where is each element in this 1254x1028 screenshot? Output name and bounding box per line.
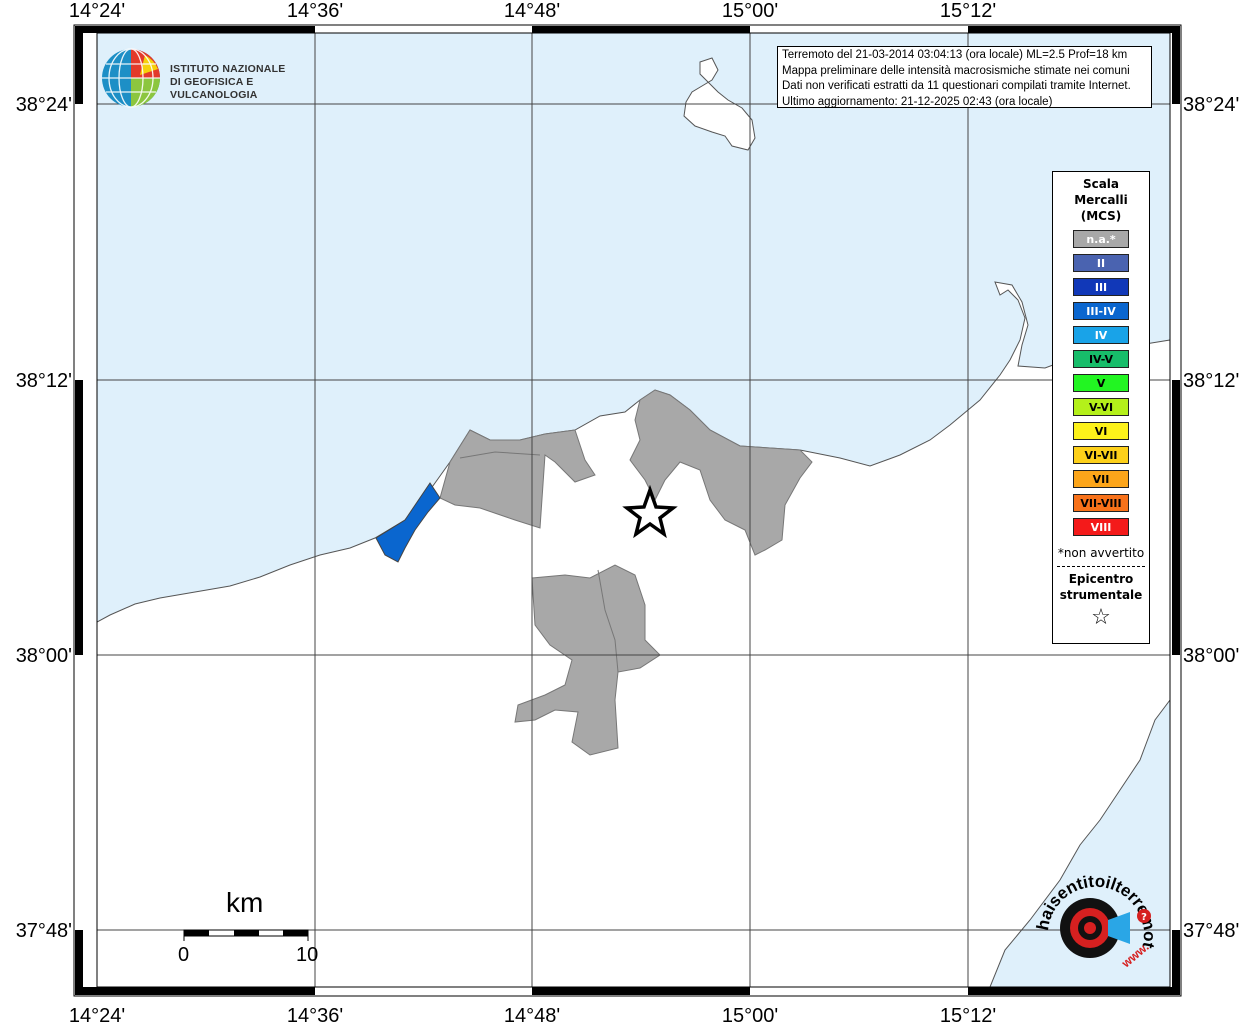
legend-title-line-3: (MCS) [1080, 209, 1122, 223]
latitude-label-right: 38°24' [1183, 94, 1239, 116]
frame-segment [968, 26, 1170, 33]
svg-text:?: ? [1141, 912, 1147, 923]
longitude-label-top: 15°12' [940, 0, 996, 22]
latitude-label-left: 38°00' [16, 645, 72, 667]
frame-segment [1172, 33, 1180, 104]
legend-epicenter-line-1: Epicentro [1068, 572, 1134, 586]
legend-not-felt-note: *non avvertito [1057, 546, 1145, 560]
legend-separator [1057, 566, 1145, 567]
info-line-1: Terremoto del 21-03-2014 03:04:13 (ora l… [782, 49, 1128, 61]
longitude-label-top: 14°24' [69, 0, 125, 22]
logo-line-2: DI GEOFISICA E VULCANOLOGIA [170, 76, 258, 101]
intensity-legend: Scala Mercalli (MCS) n.a.* II III III-IV IV I… [1052, 171, 1150, 644]
legend-swatch: IV-V [1073, 350, 1129, 368]
longitude-label-bottom: 14°36' [287, 1005, 343, 1024]
macroseismic-map: 14°24' 14°24' 14°36' 14°36' 14°48' 14°48' 15°0… [0, 0, 1254, 1027]
legend-swatch: III [1073, 278, 1129, 296]
latitude-label-left: 38°12' [16, 370, 72, 392]
frame-segment [75, 987, 97, 995]
scale-bar-unit: km [226, 887, 264, 918]
scale-bar-start-label: 0 [178, 944, 190, 966]
longitude-label-bottom: 15°00' [722, 1005, 778, 1024]
frame-segment [75, 33, 83, 104]
legend-epicenter-line-2: strumentale [1059, 588, 1143, 602]
legend-title-line-2: Mercalli [1074, 193, 1128, 207]
latitude-label-left: 38°24' [16, 94, 72, 116]
frame-segment [1170, 26, 1180, 33]
legend-swatch: II [1073, 254, 1129, 272]
ingv-globe-icon [102, 48, 160, 108]
legend-swatch: V [1073, 374, 1129, 392]
legend-swatch: VII [1073, 470, 1129, 488]
frame-segment [532, 26, 750, 33]
legend-swatch: VI-VII [1073, 446, 1129, 464]
info-box: Terremoto del 21-03-2014 03:04:13 (ora l… [777, 46, 1152, 108]
info-line-2: Mappa preliminare delle intensità macros… [782, 64, 1130, 77]
legend-swatch: n.a.* [1073, 230, 1129, 248]
legend-swatches: n.a.* II III III-IV IV IV-V V V-VI VI VI-VII VII VI… [1053, 230, 1149, 536]
frame-segment [968, 987, 1170, 995]
legend-swatch: VI [1073, 422, 1129, 440]
longitude-label-bottom: 14°48' [504, 1005, 560, 1024]
info-line-3: Dati non verificati estratti da 11 quest… [782, 80, 1131, 92]
frame-segment [97, 987, 315, 995]
longitude-label-bottom: 14°24' [69, 1005, 125, 1024]
frame-segment [75, 930, 83, 987]
frame-segment [532, 987, 750, 995]
legend-swatch: III-IV [1073, 302, 1129, 320]
frame-segment [75, 380, 83, 655]
scale-bar-end-label: 10 [296, 944, 319, 966]
longitude-label-top: 14°48' [504, 0, 560, 22]
latitude-label-right: 37°48' [1183, 920, 1239, 942]
latitude-label-left: 37°48' [16, 920, 72, 942]
haisentito-logo-icon: haisentitoilterremoto.it ? www. [1025, 841, 1159, 971]
legend-epicenter-star-icon: ☆ [1091, 605, 1111, 630]
frame-segment [1172, 380, 1180, 655]
frame-segment [75, 26, 97, 33]
latitude-label-right: 38°12' [1183, 370, 1239, 392]
info-line-4: Ultimo aggiornamento: 21-12-2025 02:43 (… [782, 95, 1053, 108]
ingv-logo: ISTITUTO NAZIONALE DI GEOFISICA E VULCAN… [100, 47, 310, 111]
logo-line-1: ISTITUTO NAZIONALE [170, 63, 286, 75]
longitude-label-top: 14°36' [287, 0, 343, 22]
frame-segment [1170, 987, 1180, 995]
frame-segment [97, 26, 315, 33]
haisentito-watermark: haisentitoilterremoto.it ? www. [1025, 841, 1165, 976]
legend-swatch: VII-VIII [1073, 494, 1129, 512]
latitude-label-right: 38°00' [1183, 645, 1239, 667]
frame-segment [1172, 930, 1180, 987]
longitude-label-bottom: 15°12' [940, 1005, 996, 1024]
legend-title-line-1: Scala [1082, 177, 1120, 191]
legend-swatch: V-VI [1073, 398, 1129, 416]
longitude-label-top: 15°00' [722, 0, 778, 22]
legend-swatch: IV [1073, 326, 1129, 344]
legend-swatch: VIII [1073, 518, 1129, 536]
